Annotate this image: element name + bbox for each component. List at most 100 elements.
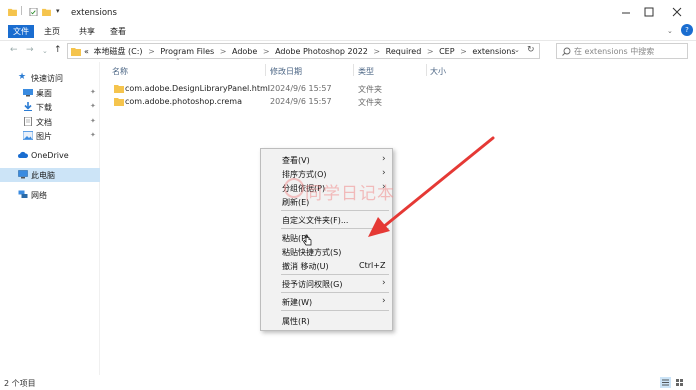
navigation-pane: ★ 快速访问 桌面 ✦ 下载 ✦ 文档 ✦ 图片 ✦ OneDrive 此电脑 … bbox=[0, 62, 100, 375]
nav-this-pc[interactable]: 此电脑 bbox=[0, 168, 100, 182]
ribbon-tabs: 文件 主页 共享 查看 ⌄ ? bbox=[0, 24, 696, 39]
search-box[interactable]: 在 extensions 中搜索 bbox=[556, 43, 688, 59]
recent-locations-icon[interactable]: ⌄ bbox=[42, 47, 48, 55]
cloud-icon bbox=[18, 151, 28, 158]
column-divider[interactable] bbox=[265, 64, 266, 76]
breadcrumb-separator[interactable]: > bbox=[373, 47, 380, 56]
nav-documents[interactable]: 文档 ✦ bbox=[0, 115, 100, 129]
status-bar: 2 个项目 bbox=[0, 375, 696, 390]
column-header-date[interactable]: 修改日期 bbox=[270, 66, 302, 77]
menu-item-undo-move[interactable]: 撤消 移动(U) Ctrl+Z bbox=[261, 259, 392, 273]
menu-item-label: 授予访问权限(G) bbox=[282, 280, 343, 289]
computer-icon bbox=[18, 170, 28, 179]
menu-item-shortcut: Ctrl+Z bbox=[359, 261, 386, 270]
file-row[interactable]: com.adobe.DesignLibraryPanel.html 2024/9… bbox=[110, 82, 696, 96]
search-placeholder: 在 extensions 中搜索 bbox=[574, 47, 655, 56]
breadcrumb-item[interactable]: CEP bbox=[439, 47, 454, 56]
refresh-icon[interactable]: ↻ bbox=[527, 45, 535, 55]
document-icon bbox=[24, 117, 32, 126]
breadcrumb-item[interactable]: Adobe bbox=[232, 47, 257, 56]
pin-icon[interactable]: ✦ bbox=[90, 117, 96, 125]
window-title: extensions bbox=[71, 8, 117, 18]
menu-item-label: 属性(R) bbox=[282, 317, 310, 326]
folder-icon bbox=[71, 48, 81, 56]
minimize-icon[interactable] bbox=[617, 5, 635, 19]
forward-icon[interactable]: → bbox=[26, 45, 34, 55]
details-view-icon[interactable] bbox=[660, 377, 671, 388]
menu-separator bbox=[281, 292, 389, 293]
nav-onedrive[interactable]: OneDrive bbox=[0, 149, 100, 163]
nav-label: 快速访问 bbox=[31, 74, 63, 83]
title-bar: | ▾ extensions bbox=[0, 0, 696, 24]
nav-downloads[interactable]: 下载 ✦ bbox=[0, 100, 100, 114]
breadcrumb-item[interactable]: extensions bbox=[472, 47, 515, 56]
pin-icon[interactable]: ✦ bbox=[90, 131, 96, 139]
menu-item-new[interactable]: 新建(W) › bbox=[261, 295, 392, 309]
menu-item-give-access[interactable]: 授予访问权限(G) › bbox=[261, 277, 392, 291]
expand-ribbon-icon[interactable]: ⌄ bbox=[667, 25, 673, 38]
breadcrumb-separator[interactable]: > bbox=[263, 47, 270, 56]
picture-icon bbox=[23, 131, 33, 140]
file-type: 文件夹 bbox=[358, 85, 382, 94]
file-name: com.adobe.DesignLibraryPanel.html bbox=[125, 84, 270, 93]
file-date: 2024/9/6 15:57 bbox=[270, 97, 332, 106]
pin-icon[interactable]: ✦ bbox=[90, 88, 96, 96]
nav-desktop[interactable]: 桌面 ✦ bbox=[0, 86, 100, 100]
column-divider[interactable] bbox=[353, 64, 354, 76]
menu-item-label: 自定义文件夹(F)... bbox=[282, 216, 349, 225]
help-icon[interactable]: ? bbox=[681, 24, 693, 36]
maximize-icon[interactable] bbox=[640, 5, 658, 19]
customize-qat-icon[interactable]: ▾ bbox=[56, 7, 65, 15]
address-dropdown-icon[interactable]: ⌄ bbox=[514, 46, 520, 54]
nav-pictures[interactable]: 图片 ✦ bbox=[0, 129, 100, 143]
sort-indicator-icon: ˄ bbox=[176, 58, 180, 66]
tab-share[interactable]: 共享 bbox=[79, 25, 95, 38]
column-headers: ˄ 名称 修改日期 类型 大小 bbox=[110, 58, 696, 78]
separator-icon: | bbox=[20, 6, 24, 16]
nav-quick-access[interactable]: ★ 快速访问 bbox=[0, 71, 100, 85]
folder-icon bbox=[8, 8, 17, 16]
menu-item-paste-shortcut[interactable]: 粘贴快捷方式(S) bbox=[261, 245, 392, 259]
nav-label: 下载 bbox=[36, 103, 52, 112]
column-header-name[interactable]: 名称 bbox=[112, 66, 128, 77]
new-folder-icon[interactable] bbox=[42, 8, 51, 16]
column-header-type[interactable]: 类型 bbox=[358, 66, 374, 77]
annotation-arrow-icon bbox=[368, 136, 495, 237]
breadcrumb-item[interactable]: Program Files bbox=[160, 47, 214, 56]
nav-label: 图片 bbox=[36, 132, 52, 141]
download-icon bbox=[24, 102, 32, 111]
close-icon[interactable] bbox=[668, 5, 686, 19]
breadcrumb-separator[interactable]: > bbox=[427, 47, 434, 56]
nav-network[interactable]: 网络 bbox=[0, 188, 100, 202]
breadcrumb-separator[interactable]: > bbox=[460, 47, 467, 56]
breadcrumb-overflow[interactable]: « bbox=[84, 47, 89, 56]
watermark-logo bbox=[284, 178, 304, 198]
up-icon[interactable]: ↑ bbox=[54, 45, 62, 55]
properties-icon[interactable] bbox=[29, 8, 38, 16]
nav-label: OneDrive bbox=[31, 151, 69, 160]
breadcrumb: « 本地磁盘 (C:) > Program Files > Adobe > Ad… bbox=[84, 46, 516, 57]
breadcrumb-item[interactable]: Required bbox=[386, 47, 422, 56]
nav-label: 此电脑 bbox=[31, 171, 55, 180]
menu-separator bbox=[281, 310, 389, 311]
menu-item-properties[interactable]: 属性(R) bbox=[261, 314, 392, 328]
breadcrumb-item[interactable]: Adobe Photoshop 2022 bbox=[275, 47, 368, 56]
column-header-size[interactable]: 大小 bbox=[430, 66, 446, 77]
back-icon[interactable]: ← bbox=[10, 45, 18, 55]
column-divider[interactable] bbox=[426, 64, 427, 76]
menu-separator bbox=[281, 274, 389, 275]
pin-icon[interactable]: ✦ bbox=[90, 102, 96, 110]
file-row[interactable]: com.adobe.photoshop.crema 2024/9/6 15:57… bbox=[110, 95, 696, 109]
tab-file[interactable]: 文件 bbox=[8, 25, 34, 38]
nav-label: 网络 bbox=[31, 191, 47, 200]
tab-view[interactable]: 查看 bbox=[110, 25, 126, 38]
address-row: ← → ⌄ ↑ « 本地磁盘 (C:) > Program Files > Ad… bbox=[0, 40, 696, 60]
breadcrumb-separator[interactable]: > bbox=[220, 47, 227, 56]
file-type: 文件夹 bbox=[358, 98, 382, 107]
large-icons-view-icon[interactable] bbox=[674, 377, 685, 388]
breadcrumb-item[interactable]: 本地磁盘 (C:) bbox=[93, 47, 142, 56]
tab-home[interactable]: 主页 bbox=[44, 25, 60, 38]
address-bar[interactable]: « 本地磁盘 (C:) > Program Files > Adobe > Ad… bbox=[67, 43, 540, 59]
breadcrumb-separator[interactable]: > bbox=[148, 47, 155, 56]
item-count: 2 个项目 bbox=[4, 379, 36, 388]
